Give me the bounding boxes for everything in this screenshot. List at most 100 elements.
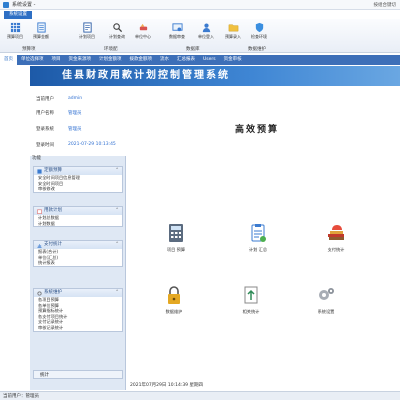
lock-icon: [168, 286, 180, 304]
info-value: admin: [68, 96, 83, 101]
ribbon-label: 计划查询: [109, 34, 125, 39]
nav-tab-plan-amount[interactable]: 计划金额项: [95, 55, 126, 65]
title-bar: 系统设置 - 按组合键切: [0, 0, 400, 10]
ribbon-button-data-audit[interactable]: 数据审查: [166, 22, 188, 40]
info-label: 登录系统: [36, 127, 54, 132]
tile-pay-stats[interactable]: 支付统计: [316, 222, 356, 253]
shield-icon: [255, 22, 263, 33]
nav-tab-summary[interactable]: 汇总报表: [173, 55, 199, 65]
nav-tab-item[interactable]: 项目: [48, 55, 65, 65]
workspace-datetime: 2021年07月29日 10:14:39 星期四: [130, 383, 203, 388]
card-title: 用款计划: [44, 208, 62, 213]
nav-tab-users[interactable]: Users: [199, 55, 220, 65]
sheet-icon: [36, 22, 46, 33]
card-fund-plan: 用款计划 ⌃ 计划总数据 计划数据: [33, 206, 123, 228]
info-value: 管理员: [68, 111, 82, 116]
user-info: 当前用户 admin 用户名称 管理员 登录系统 管理员 登录时间 2021-0…: [30, 86, 125, 156]
tile-data-maintenance[interactable]: 数据维护: [154, 284, 194, 315]
stat-button[interactable]: 统计: [33, 370, 123, 379]
nav-tab-allocation[interactable]: 拨款金额项: [126, 55, 157, 65]
card-pay-stats: 支付统计 ⌃ 报表(合计) 单位(汇总) 统计报表: [33, 240, 123, 267]
hero-text: 高效预算: [235, 125, 280, 135]
card-title: 支付统计: [44, 242, 62, 247]
ribbon: 预算项目 预算金额 计划项目 计划查询 单位中心 数据审查 单位登入 预算录入: [0, 19, 400, 53]
ribbon-label: 检查环境: [251, 34, 267, 39]
ribbon-button-budget-item[interactable]: 预算项目: [4, 22, 26, 40]
ribbon-group-label: 环境配: [104, 47, 118, 52]
grid-icon: [10, 22, 20, 33]
collapse-icon[interactable]: ⌃: [115, 241, 119, 249]
ribbon-label: 数据审查: [169, 34, 185, 39]
list-item[interactable]: 审核修改: [34, 186, 122, 192]
ribbon-group-label: 数据维护: [248, 47, 266, 52]
ribbon-button-budget-amount[interactable]: 预算金额: [30, 22, 52, 40]
tile-label: 计划 汇总: [248, 247, 268, 252]
tile-label: 支付统计: [327, 247, 345, 252]
card-header[interactable]: 系统维护 ⌃: [34, 289, 122, 297]
nav-tab-home[interactable]: 首页: [0, 55, 17, 65]
books-icon: [328, 225, 344, 240]
ribbon-label: 预算金额: [33, 34, 49, 39]
tile-system-settings[interactable]: 系统设置: [306, 284, 346, 315]
info-value: 2021-07-29 10:13:45: [68, 142, 116, 147]
banner-spacer: [0, 66, 30, 86]
info-label: 当前用户: [36, 97, 54, 102]
collapse-icon[interactable]: ⌃: [115, 207, 119, 215]
audit-icon: [171, 23, 183, 32]
ribbon-button-plan-item[interactable]: 计划项目: [76, 22, 98, 40]
ribbon-button-check-env[interactable]: 检查环境: [248, 22, 270, 40]
list-item[interactable]: 计划数据: [34, 221, 122, 227]
ribbon-tab-system[interactable]: 系统设置: [4, 11, 32, 19]
card-system-maintenance: 系统维护 ⌃ 各项目预算 各单位预算 预算指标统计 各支付项目统计 支付记录统计…: [33, 288, 123, 332]
card-quota-budget: 定额预算 ⌃ 安全时间项目信息管理 安全时间项目 审核修改: [33, 166, 123, 193]
ribbon-button-unit-login[interactable]: 单位登入: [195, 22, 217, 40]
card-header[interactable]: 定额预算 ⌃: [34, 167, 122, 175]
tile-label: 系统设置: [317, 309, 335, 314]
list-item[interactable]: 统计报表: [34, 260, 122, 266]
nav-tab-fund-audit[interactable]: 资金审核: [220, 55, 246, 65]
folder-icon: [228, 24, 238, 32]
collapse-icon[interactable]: ⌃: [115, 167, 119, 175]
chart-icon: [37, 243, 42, 248]
card-header[interactable]: 用款计划 ⌃: [34, 207, 122, 215]
search-icon: [112, 23, 122, 33]
tile-project-budget[interactable]: 项目 预算: [156, 222, 196, 253]
info-value: 管理员: [68, 127, 82, 132]
ribbon-button-budget-entry[interactable]: 预算录入: [222, 22, 244, 40]
list-icon: [82, 22, 92, 33]
panel-header: 功能: [32, 156, 41, 161]
doc-convert-icon: [244, 286, 258, 304]
tile-label: 项目 预算: [166, 247, 186, 252]
nav-tab-flow[interactable]: 流水: [156, 55, 173, 65]
tile-label: 数据维护: [165, 309, 183, 314]
nav-tab-fund-source[interactable]: 资金来源项: [65, 55, 96, 65]
ribbon-label: 单位登入: [198, 34, 214, 39]
nav-tab-unit[interactable]: 单位选择项: [17, 55, 48, 65]
ribbon-label: 计划项目: [79, 34, 95, 39]
collapse-icon[interactable]: ⌃: [115, 289, 119, 297]
calendar-icon: [37, 209, 42, 214]
tile-plan-summary[interactable]: 计划 汇总: [238, 222, 278, 253]
card-title: 系统维护: [44, 290, 62, 295]
ribbon-label: 单位中心: [135, 34, 151, 39]
card-title: 定额预算: [44, 168, 62, 173]
list-item[interactable]: 审核记录统计: [34, 325, 122, 331]
ribbon-label: 预算录入: [225, 34, 241, 39]
status-bar: 当前用户：管理员: [0, 391, 400, 400]
tile-related-stats[interactable]: 相关统计: [231, 284, 271, 315]
card-header[interactable]: 支付统计 ⌃: [34, 241, 122, 249]
ribbon-button-unit-center[interactable]: 单位中心: [132, 22, 154, 40]
hand-icon: [139, 23, 147, 31]
ribbon-label: 预算项目: [7, 34, 23, 39]
tile-label: 相关统计: [242, 309, 260, 314]
app-icon: [3, 1, 9, 8]
gears-icon: [319, 288, 334, 300]
ribbon-button-plan-query[interactable]: 计划查询: [106, 22, 128, 40]
calculator-icon: [169, 224, 183, 242]
clipboard-icon: [251, 224, 266, 242]
workspace: 项目 预算 计划 汇总 支付统计 数据维护 相关统计 系统设置: [126, 156, 400, 390]
ribbon-group-label: 数据库: [186, 47, 200, 52]
nav-tabs: 首页 单位选择项 项目 资金来源项 计划金额项 拨款金额项 流水 汇总报表 Us…: [0, 55, 400, 65]
system-banner: 佳县财政用款计划控制管理系统: [30, 66, 400, 86]
app-window: 系统设置 - 按组合键切 系统设置 预算项目 预算金额 计划项目 计划查询 单位…: [0, 0, 400, 400]
